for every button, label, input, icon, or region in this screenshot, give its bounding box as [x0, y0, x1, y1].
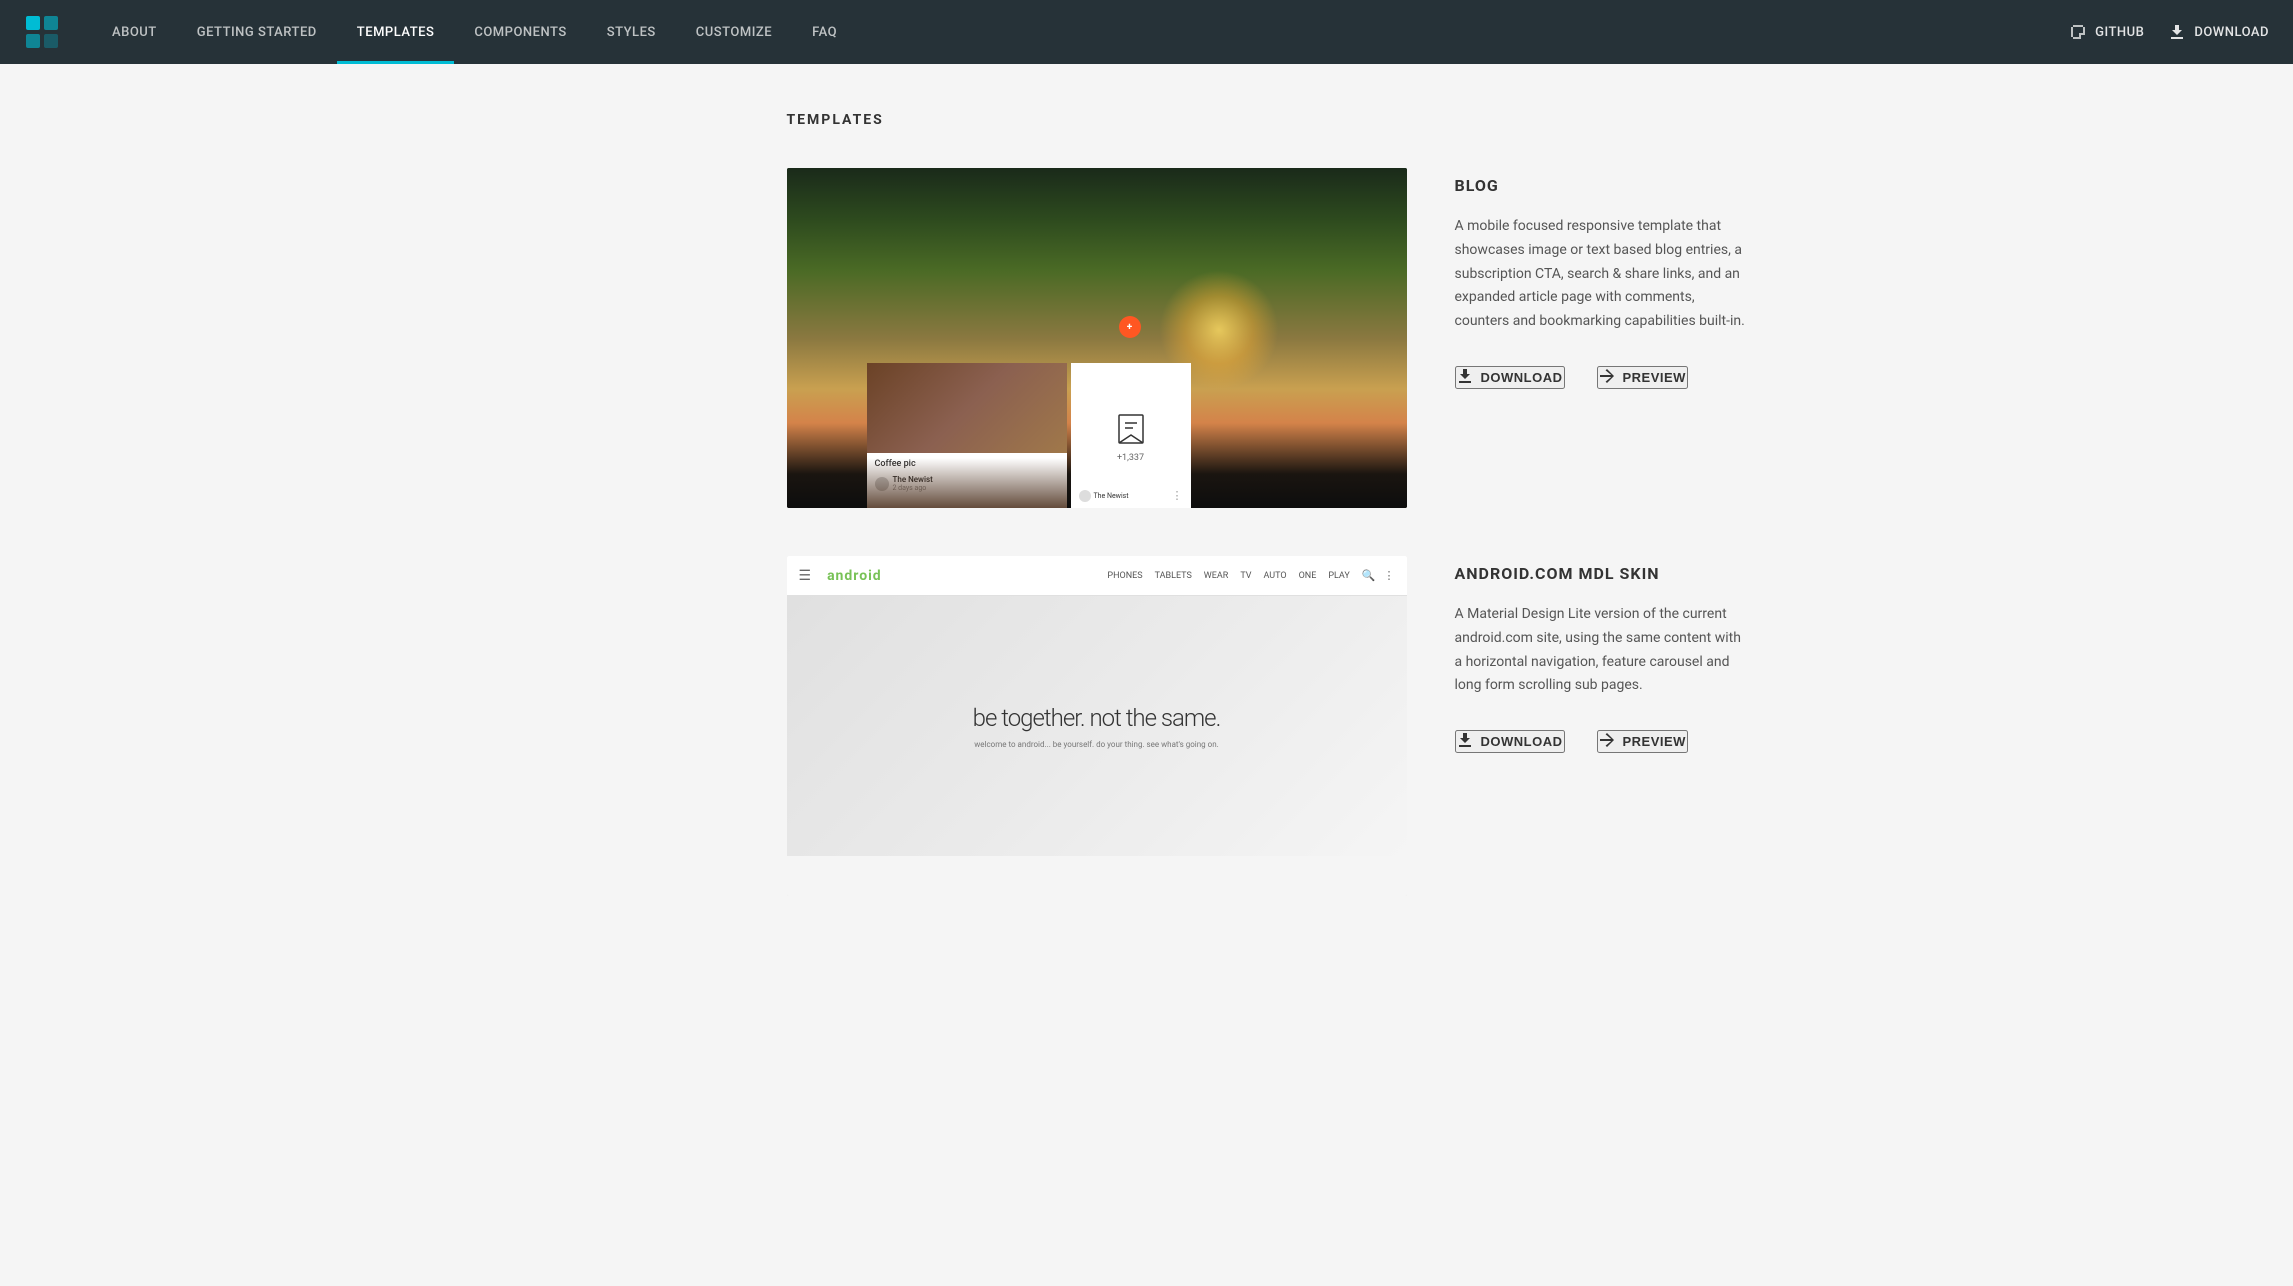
arrow-right-icon	[1599, 368, 1615, 387]
android-logo: android	[827, 568, 882, 584]
download-nav-label: Download	[2194, 25, 2269, 40]
android-nav-tablets: TABLETS	[1155, 571, 1192, 581]
download-icon	[1457, 368, 1473, 387]
main-content: TEMPLATES +	[547, 64, 1747, 992]
blog-right-author-label: The Newist	[1094, 492, 1129, 500]
blog-right-avatar	[1079, 490, 1091, 502]
android-arrow-icon	[1599, 732, 1615, 751]
blog-card-img	[867, 363, 1067, 453]
blog-right-author: The Newist	[1079, 490, 1129, 502]
android-nav-play: PLAY	[1328, 571, 1349, 581]
blog-info: BLOG A mobile focused responsive templat…	[1455, 168, 1747, 389]
android-nav-one: ONE	[1299, 571, 1317, 581]
android-navbar: ☰ android PHONES TABLETS WEAR TV AUTO ON…	[787, 556, 1407, 596]
blog-description: A mobile focused responsive template tha…	[1455, 215, 1747, 334]
blog-hero-image: + Coffee pic The Newist	[787, 168, 1407, 508]
blog-actions: Download Preview	[1455, 366, 1747, 389]
logo[interactable]	[24, 14, 60, 50]
nav-getting-started[interactable]: GETTING STARTED	[177, 0, 337, 64]
blog-card-right-meta: The Newist ⋮	[1071, 489, 1191, 502]
github-label: GitHub	[2095, 25, 2144, 40]
nav-components[interactable]: COMPONENTS	[454, 0, 586, 64]
android-preview-container: ☰ android PHONES TABLETS WEAR TV AUTO ON…	[787, 556, 1407, 896]
android-preview-button[interactable]: Preview	[1597, 730, 1688, 753]
download-nav-link[interactable]: Download	[2168, 23, 2269, 41]
android-nav-icons: 🔍 ⋮	[1362, 569, 1395, 582]
android-hero-subtitle: welcome to android... be yourself. do yo…	[974, 740, 1218, 749]
template-android-section: ☰ android PHONES TABLETS WEAR TV AUTO ON…	[787, 556, 1747, 896]
android-title: ANDROID.COM MDL SKIN	[1455, 564, 1747, 583]
android-actions: Download Preview	[1455, 730, 1747, 753]
blog-preview: + Coffee pic The Newist	[787, 168, 1407, 508]
page-title: TEMPLATES	[787, 112, 1747, 128]
android-hero: be together. not the same. welcome to an…	[787, 596, 1407, 856]
nav-faq[interactable]: FAQ	[792, 0, 857, 64]
github-icon	[2069, 23, 2087, 41]
android-preview: ☰ android PHONES TABLETS WEAR TV AUTO ON…	[787, 556, 1407, 896]
nav-about[interactable]: ABOUT	[92, 0, 177, 64]
blog-card-more-icon[interactable]: ⋮	[1172, 489, 1183, 502]
android-nav-links: PHONES TABLETS WEAR TV AUTO ONE PLAY	[1107, 571, 1349, 581]
nav-templates[interactable]: TEMPLATES	[337, 0, 455, 64]
nav-menu: ABOUT GETTING STARTED TEMPLATES COMPONEN…	[92, 0, 2069, 64]
android-download-label: Download	[1481, 734, 1563, 749]
blog-card-bookmark-icon	[1111, 409, 1151, 449]
nav-styles[interactable]: STYLES	[587, 0, 676, 64]
android-menu-icon: ☰	[799, 568, 812, 584]
android-nav-auto: AUTO	[1264, 571, 1287, 581]
android-download-button[interactable]: Download	[1455, 730, 1565, 753]
nav-customize[interactable]: CUSTOMIZE	[676, 0, 792, 64]
android-more-icon[interactable]: ⋮	[1384, 569, 1395, 582]
navbar: ABOUT GETTING STARTED TEMPLATES COMPONEN…	[0, 0, 2293, 64]
blog-title: BLOG	[1455, 176, 1747, 195]
logo-icon	[24, 14, 60, 50]
download-nav-icon	[2168, 23, 2186, 41]
blog-card-image: Coffee pic The Newist 2 days ago	[867, 363, 1067, 508]
navbar-actions: GitHub Download	[2069, 23, 2269, 41]
img-overlay	[867, 458, 1067, 508]
blog-preview-button[interactable]: Preview	[1597, 366, 1688, 389]
blog-card-icon-card: +1,337 The Newist ⋮	[1071, 363, 1191, 508]
android-preview-label: Preview	[1623, 734, 1686, 749]
blog-preview-label: Preview	[1623, 370, 1686, 385]
android-hero-title: be together. not the same.	[973, 704, 1221, 732]
orange-badge: +	[1119, 316, 1141, 338]
blog-download-label: Download	[1481, 370, 1563, 385]
android-info: ANDROID.COM MDL SKIN A Material Design L…	[1455, 556, 1747, 753]
github-link[interactable]: GitHub	[2069, 23, 2144, 41]
android-description: A Material Design Lite version of the cu…	[1455, 603, 1747, 698]
blog-download-button[interactable]: Download	[1455, 366, 1565, 389]
android-download-icon	[1457, 732, 1473, 751]
android-nav-wear: WEAR	[1204, 571, 1229, 581]
template-blog-section: + Coffee pic The Newist	[787, 168, 1747, 508]
android-search-icon[interactable]: 🔍	[1362, 569, 1376, 582]
blog-overlay-cards: Coffee pic The Newist 2 days ago	[867, 363, 1407, 508]
android-nav-tv: TV	[1240, 571, 1251, 581]
blog-count: +1,337	[1117, 453, 1144, 463]
android-nav-phones: PHONES	[1107, 571, 1142, 581]
